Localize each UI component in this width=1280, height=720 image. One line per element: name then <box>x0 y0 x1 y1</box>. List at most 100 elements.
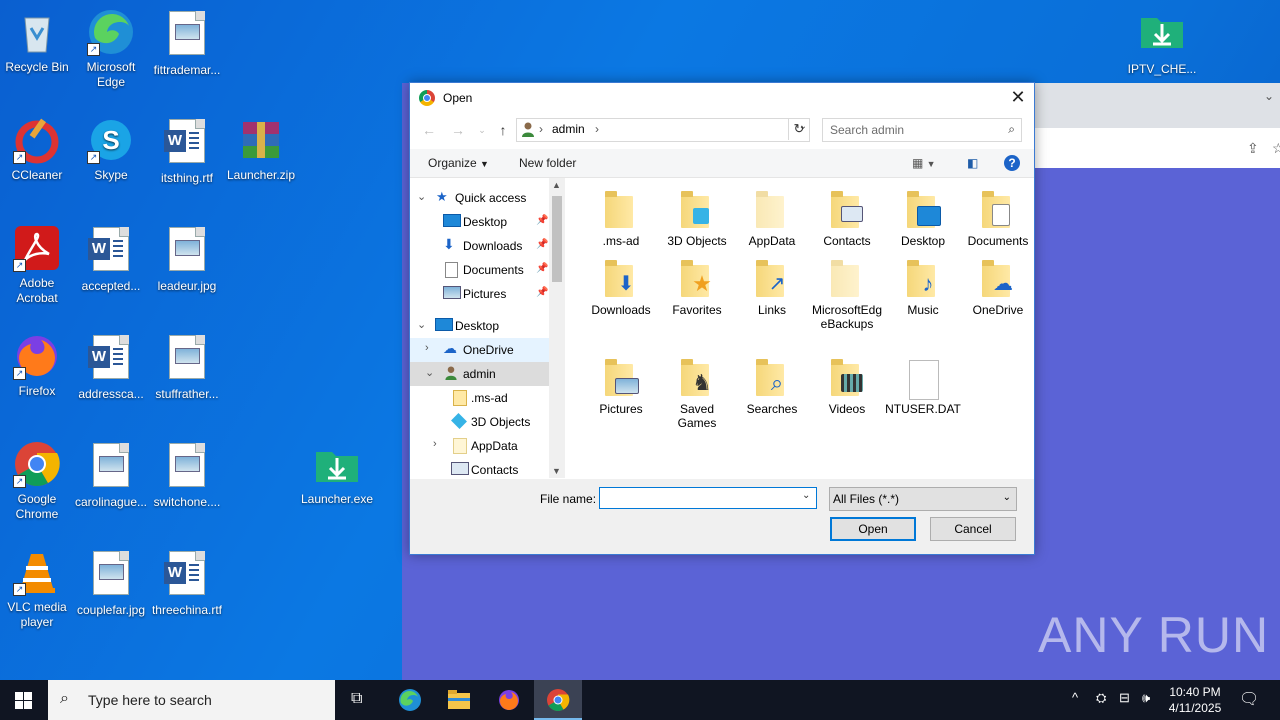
scroll-down-arrow-icon[interactable]: ▼ <box>552 466 561 476</box>
taskbar-edge[interactable] <box>386 680 434 720</box>
folder-item-documents[interactable]: Documents <box>960 190 1036 248</box>
device-icon[interactable]: ⛭ <box>1096 690 1106 706</box>
search-placeholder: Search admin <box>830 123 905 137</box>
taskbar-chrome[interactable] <box>534 680 582 720</box>
show-hidden-icons-chevron-icon[interactable]: ^ <box>1072 690 1078 705</box>
folder-item-links[interactable]: ↗ Links <box>734 259 810 317</box>
nav-item-appdata[interactable]: › AppData <box>410 434 549 458</box>
nav-item-documents-pinned[interactable]: Documents 📌 <box>410 258 549 282</box>
desktop-icon-itsthing[interactable]: W itsthing.rtf <box>150 116 224 186</box>
folder-item-microsoftedgebackups[interactable]: MicrosoftEdgeBackups <box>809 259 885 331</box>
folder-item-music[interactable]: ♪ Music <box>885 259 961 317</box>
nav-item-ms-ad[interactable]: .ms-ad <box>410 386 549 410</box>
desktop-icon-recycle-bin[interactable]: Recycle Bin <box>0 8 74 75</box>
view-options-icon[interactable]: ▦ ▼ <box>912 156 936 170</box>
desktop-icon-switchone[interactable]: switchone.... <box>150 440 224 510</box>
address-bar[interactable]: › admin › ⌄ <box>516 118 810 142</box>
share-icon[interactable]: ⇪ <box>1247 140 1259 157</box>
nav-item-desktop[interactable]: ⌄ Desktop <box>410 314 549 338</box>
folder-item-appdata[interactable]: AppData <box>734 190 810 248</box>
breadcrumb-admin[interactable]: admin <box>552 122 585 136</box>
desktop-icon-carolinague[interactable]: carolinague... <box>74 440 148 510</box>
folder-item-ms-ad[interactable]: .ms-ad <box>583 190 659 248</box>
new-folder-button[interactable]: New folder <box>519 156 576 170</box>
nav-item-pictures-pinned[interactable]: Pictures 📌 <box>410 282 549 306</box>
desktop-icon-threechina[interactable]: W threechina.rtf <box>150 548 224 618</box>
taskbar-file-explorer[interactable] <box>435 680 483 720</box>
desktop-icon-fittrademar[interactable]: fittrademar... <box>150 8 224 78</box>
cancel-button[interactable]: Cancel <box>930 517 1016 541</box>
nav-scrollbar[interactable]: ▲ ▼ <box>549 178 565 478</box>
chevron-down-icon[interactable]: ⌄ <box>1264 89 1274 103</box>
nav-item-quick-access[interactable]: ⌄ ★ Quick access <box>410 186 549 210</box>
nav-item-label: AppData <box>471 439 518 453</box>
folder-item-onedrive[interactable]: ☁ OneDrive <box>960 259 1036 317</box>
open-button[interactable]: Open <box>830 517 916 541</box>
folder-item-saved-games[interactable]: ♞ Saved Games <box>659 358 735 430</box>
folder-item-videos[interactable]: Videos <box>809 358 885 416</box>
nav-item-3d-objects[interactable]: 3D Objects <box>410 410 549 434</box>
volume-icon[interactable]: 🕪 <box>1142 690 1150 706</box>
scrollbar-thumb[interactable] <box>552 196 562 282</box>
chevron-down-icon[interactable]: ⌄ <box>802 490 810 501</box>
desktop-icon-launcher-zip[interactable]: Launcher.zip <box>224 116 298 183</box>
desktop-icon-microsoft-edge[interactable]: ↗ Microsoft Edge <box>74 8 148 90</box>
help-icon[interactable]: ? <box>1004 155 1020 171</box>
refresh-icon[interactable]: ↻ <box>788 118 809 140</box>
nav-item-desktop-pinned[interactable]: Desktop 📌 <box>410 210 549 234</box>
nav-item-admin[interactable]: ⌄ admin <box>410 362 549 386</box>
desktop-icon-leadeur[interactable]: leadeur.jpg <box>150 224 224 294</box>
nav-item-onedrive[interactable]: › ☁ OneDrive <box>410 338 549 362</box>
folder-item-downloads[interactable]: ⬇ Downloads <box>583 259 659 317</box>
preview-pane-icon[interactable]: ◧ <box>967 156 978 170</box>
desktop-icon-launcher-exe[interactable]: Launcher.exe <box>300 440 374 507</box>
desktop-icon-iptv[interactable]: IPTV_CHE... <box>1125 10 1199 77</box>
desktop-icon-stuffrather[interactable]: stuffrather... <box>150 332 224 402</box>
network-icon[interactable]: ⊟ <box>1119 690 1130 706</box>
desktop-icon-vlc[interactable]: ↗ VLC media player <box>0 548 74 630</box>
chevron-right-icon[interactable]: › <box>425 342 429 354</box>
chevron-down-icon[interactable]: ⌄ <box>417 318 426 331</box>
folder-item-3d-objects[interactable]: 3D Objects <box>659 190 735 248</box>
up-arrow-icon[interactable]: ↑ <box>493 120 513 140</box>
folder-item-desktop[interactable]: Desktop <box>885 190 961 248</box>
back-arrow-icon[interactable]: ← <box>419 120 439 140</box>
word-document-icon: W <box>87 335 135 383</box>
nav-item-downloads-pinned[interactable]: ⬇ Downloads 📌 <box>410 234 549 258</box>
desktop-icon-firefox[interactable]: ↗ Firefox <box>0 332 74 399</box>
file-item-ntuser-dat[interactable]: NTUSER.DAT <box>885 358 961 416</box>
chevron-down-icon[interactable]: ⌄ <box>417 190 426 203</box>
chevron-right-icon[interactable]: › <box>433 438 437 450</box>
folder-item-favorites[interactable]: ★ Favorites <box>659 259 735 317</box>
start-windows-icon[interactable] <box>15 692 32 709</box>
desktop-icon-couplefar[interactable]: couplefar.jpg <box>74 548 148 618</box>
close-icon[interactable]: ✕ <box>1008 87 1028 107</box>
taskbar-clock[interactable]: 10:40 PM 4/11/2025 <box>1160 684 1230 716</box>
desktop-icon-ccleaner[interactable]: ↗ CCleaner <box>0 116 74 183</box>
taskbar-search-box[interactable]: ⌕ Type here to search <box>48 680 335 720</box>
dialog-title-bar[interactable]: Open ✕ <box>410 83 1034 113</box>
scroll-up-arrow-icon[interactable]: ▲ <box>552 180 561 190</box>
item-label: MicrosoftEdgeBackups <box>811 303 883 331</box>
chevron-down-icon[interactable]: ⌄ <box>425 366 434 379</box>
breadcrumb-separator-icon[interactable]: › <box>595 122 599 136</box>
file-name-input[interactable] <box>599 487 817 509</box>
desktop-icon-google-chrome[interactable]: ↗ Google Chrome <box>0 440 74 522</box>
desktop-icon-skype[interactable]: S ↗ Skype <box>74 116 148 183</box>
folder-item-contacts[interactable]: Contacts <box>809 190 885 248</box>
desktop-icon-accepted[interactable]: W accepted... <box>74 224 148 294</box>
search-box[interactable]: Search admin ⌕ <box>822 118 1022 142</box>
file-type-select[interactable]: All Files (*.*) ⌄ <box>829 487 1017 511</box>
notification-icon[interactable]: 🗨 <box>1239 689 1259 709</box>
bookmark-star-icon[interactable]: ☆ <box>1272 140 1280 157</box>
task-view-button[interactable]: ⧉ <box>336 680 384 720</box>
nav-item-contacts[interactable]: Contacts <box>410 458 549 478</box>
taskbar-firefox[interactable] <box>485 680 533 720</box>
folder-item-pictures[interactable]: Pictures <box>583 358 659 416</box>
folder-item-searches[interactable]: ⌕ Searches <box>734 358 810 416</box>
organize-button[interactable]: Organize ▼ <box>428 156 489 170</box>
desktop-icon-addressca[interactable]: W addressca... <box>74 332 148 402</box>
recent-locations-chevron-icon[interactable]: ⌄ <box>472 120 492 140</box>
forward-arrow-icon[interactable]: → <box>448 120 468 140</box>
desktop-icon-adobe-acrobat[interactable]: ↗ Adobe Acrobat <box>0 224 74 306</box>
